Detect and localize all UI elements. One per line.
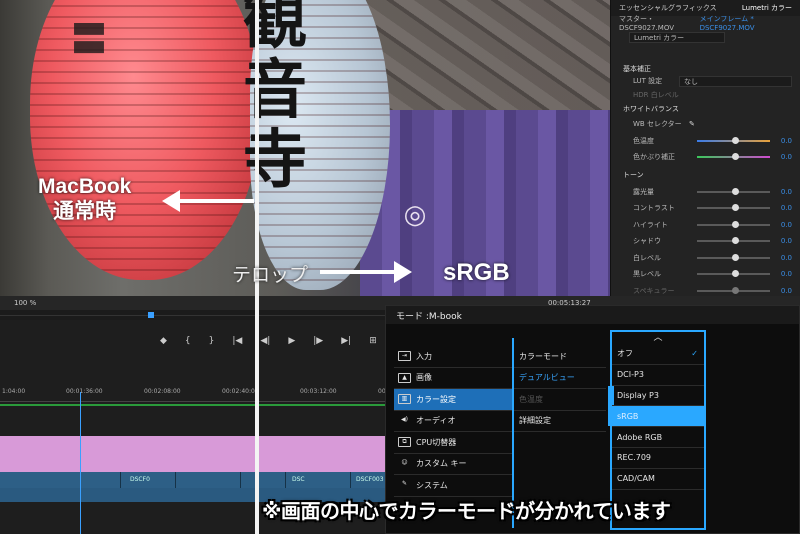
playhead-handle[interactable]: [148, 312, 154, 318]
osd-option-cad-cam[interactable]: CAD/CAM: [612, 469, 704, 490]
osd-menu-system[interactable]: ✎ システム: [394, 475, 514, 497]
param-blacks: 黒レベル 0.0: [633, 270, 792, 279]
graphics-track-clip[interactable]: [0, 436, 390, 472]
section-basic-correction[interactable]: 基本補正: [611, 44, 800, 74]
eyedropper-icon[interactable]: ✎: [689, 120, 695, 128]
caption-macbook: MacBook 通常時: [38, 175, 132, 223]
kanji-1: 観: [243, 0, 307, 58]
mark-out-icon[interactable]: }: [209, 336, 215, 346]
osd-menu-cpu-switch[interactable]: ⧉ CPU切替器: [394, 432, 514, 454]
cpu-switch-icon: ⧉: [398, 437, 411, 448]
osd-sub-color-temp[interactable]: 色温度: [514, 389, 606, 411]
go-to-out-icon[interactable]: ▶|: [341, 336, 351, 346]
osd-submenu: カラーモード デュアルビュー 色温度 詳細設定: [514, 346, 606, 432]
hdr-row: HDR 白レベル: [633, 91, 679, 99]
clip-path: マスター・DSCF9027.MOV メインフレーム * DSCF9027.MOV: [611, 14, 800, 32]
tab-essential-graphics[interactable]: エッセンシャルグラフィックス: [619, 3, 717, 13]
caption-telop: テロップ: [232, 265, 309, 286]
sequence-link[interactable]: メインフレーム * DSCF9027.MOV: [700, 14, 792, 32]
lantern-side-pattern: 〓: [65, 20, 107, 56]
tint-slider[interactable]: [697, 153, 770, 161]
caption-srgb: sRGB: [443, 259, 510, 286]
effect-dropdown-row: Lumetri カラー: [611, 30, 800, 44]
mark-in-icon[interactable]: {: [185, 336, 191, 346]
osd-title: モード :M-book: [386, 306, 799, 324]
video-track-clips[interactable]: DSCF0 DSC DSCF003: [0, 472, 390, 488]
check-icon: ✓: [691, 349, 698, 359]
section-tone[interactable]: トーン: [611, 166, 800, 184]
param-shadows: シャドウ 0.0: [633, 237, 792, 246]
go-to-in-icon[interactable]: |◀: [232, 336, 242, 346]
color-settings-icon: ▥: [398, 394, 411, 405]
param-highlights: ハイライト 0.0: [633, 220, 792, 229]
step-back-icon[interactable]: ◀|: [260, 336, 270, 346]
param-temperature: 色温度 0.0: [633, 136, 792, 145]
work-area-bar[interactable]: [0, 404, 400, 406]
osd-sub-dual-view[interactable]: デュアルビュー: [514, 368, 606, 389]
scroll-up-icon[interactable]: ︿: [612, 332, 704, 344]
lumetri-color-panel: エッセンシャルグラフィックス Lumetri カラー マスター・DSCF9027…: [610, 0, 800, 300]
param-whites: 白レベル 0.0: [633, 253, 792, 262]
kanji-2: 音: [243, 53, 307, 128]
osd-option-dci-p3[interactable]: DCI-P3: [612, 365, 704, 386]
osd-menu-audio[interactable]: ◀) オーディオ: [394, 411, 514, 432]
whites-slider[interactable]: [697, 253, 770, 261]
custom-key-icon: ☺: [401, 458, 408, 466]
curtain-crest: ◎: [400, 200, 430, 230]
osd-menu-color-settings[interactable]: ▥ カラー設定: [394, 389, 514, 411]
image-icon: ▲: [398, 372, 411, 383]
highlights-slider[interactable]: [697, 220, 770, 228]
system-icon: ✎: [401, 480, 408, 488]
kanji-3: 寺: [243, 123, 307, 198]
temperature-slider[interactable]: [697, 136, 770, 144]
param-exposure: 露光量 0.0: [633, 187, 792, 196]
arrow-right: [320, 261, 412, 283]
param-tint: 色かぶり補正 0.0: [633, 153, 792, 162]
osd-option-adobe-rgb[interactable]: Adobe RGB: [612, 427, 704, 448]
blacks-slider[interactable]: [697, 270, 770, 278]
lantern-kanji: 観 音 寺: [240, 0, 310, 196]
transport-controls: ◆ { } |◀ ◀| ▶ |▶ ▶| ⊞ ⊟: [160, 336, 402, 346]
timeline-ruler[interactable]: 1:04:00 00:01:36:00 00:02:08:00 00:02:40…: [0, 386, 420, 400]
osd-option-display-p3[interactable]: Display P3: [612, 386, 704, 407]
contrast-slider[interactable]: [697, 204, 770, 212]
osd-option-srgb[interactable]: sRGB: [612, 406, 704, 428]
insert-icon[interactable]: ⊞: [369, 336, 377, 346]
audio-icon: ◀): [401, 415, 408, 423]
lut-dropdown[interactable]: なし: [679, 75, 792, 87]
playhead-line[interactable]: [80, 392, 81, 534]
osd-main-menu: ⇥ 入力 ▲ 画像 ▥ カラー設定 ◀) オーディオ ⧉ CPU切替器 ☺ カスタム キー …: [394, 346, 514, 497]
section-white-balance[interactable]: ホワイトバランス: [611, 102, 800, 116]
exposure-slider[interactable]: [697, 187, 770, 195]
osd-sub-advanced[interactable]: 詳細設定: [514, 411, 606, 432]
osd-menu-input[interactable]: ⇥ 入力: [394, 346, 514, 368]
osd-option-off[interactable]: オフ ✓: [612, 344, 704, 365]
video-preview: 観 音 寺 〓 ◎: [0, 0, 610, 296]
tab-lumetri-color[interactable]: Lumetri カラー: [742, 3, 792, 13]
osd-option-rec709[interactable]: REC.709: [612, 448, 704, 469]
zoom-level[interactable]: 100 %: [14, 299, 36, 307]
param-contrast: コントラスト 0.0: [633, 204, 792, 213]
input-icon: ⇥: [398, 351, 411, 362]
shadows-slider[interactable]: [697, 237, 770, 245]
effect-dropdown[interactable]: Lumetri カラー: [629, 31, 725, 43]
ruler-baseline: [0, 401, 400, 402]
osd-menu-image[interactable]: ▲ 画像: [394, 368, 514, 389]
specular-slider[interactable]: [697, 286, 770, 294]
bottom-annotation: ※画面の中心でカラーモードが分かれています: [262, 499, 671, 523]
osd-menu-custom-key[interactable]: ☺ カスタム キー: [394, 454, 514, 475]
play-icon[interactable]: ▶: [288, 336, 295, 346]
lut-row: LUT 設定 なし: [611, 74, 800, 88]
step-forward-icon[interactable]: |▶: [313, 336, 323, 346]
wb-selector-row: WB セレクター ✎: [633, 120, 695, 129]
arrow-left: [162, 190, 254, 212]
osd-sub-color-mode[interactable]: カラーモード: [514, 346, 606, 368]
marker-icon[interactable]: ◆: [160, 336, 167, 346]
